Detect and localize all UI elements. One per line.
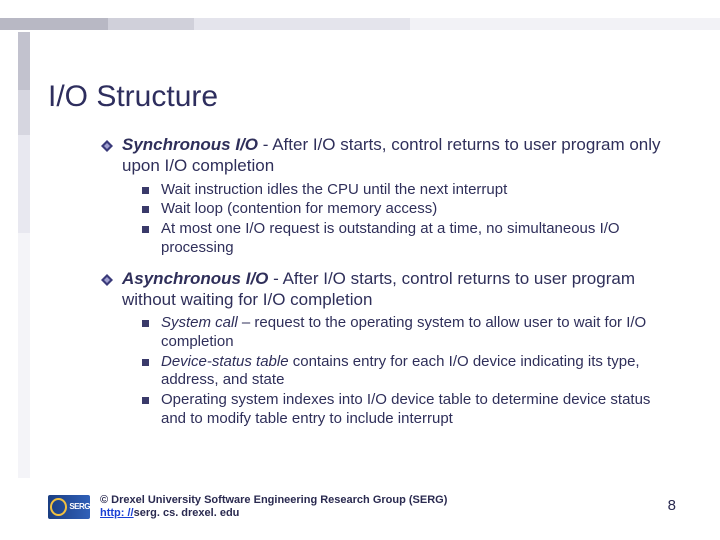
serg-logo: SERG <box>48 495 90 519</box>
footer-link-rest: serg. cs. drexel. edu <box>134 507 240 519</box>
square-bullet-icon <box>142 320 149 327</box>
subbullet-text: Device-status table contains entry for e… <box>161 353 672 391</box>
bullet-level1: Synchronous I/O - After I/O starts, cont… <box>100 134 672 177</box>
square-bullet-icon <box>142 187 149 194</box>
subbullet-text: At most one I/O request is outstanding a… <box>161 220 672 258</box>
slide-content: Synchronous I/O - After I/O starts, cont… <box>100 134 672 429</box>
footer: SERG © Drexel University Software Engine… <box>48 494 672 520</box>
slide: I/O Structure Synchronous I/O - After I/… <box>0 0 720 540</box>
bullet-level2: Operating system indexes into I/O device… <box>142 391 672 429</box>
bullet-lead: Synchronous I/O <box>122 135 258 154</box>
square-bullet-icon <box>142 206 149 213</box>
subbullet-text: Wait instruction idles the CPU until the… <box>161 181 672 200</box>
logo-circle-icon <box>50 498 67 516</box>
bullet-level1: Asynchronous I/O - After I/O starts, con… <box>100 268 672 311</box>
side-decorative-stripe <box>18 32 30 478</box>
subbullet-text: Operating system indexes into I/O device… <box>161 391 672 429</box>
bullet-level2: System call – request to the operating s… <box>142 314 672 352</box>
subbullet-lead: Device-status table <box>161 353 289 370</box>
subbullet-lead: System call <box>161 314 238 331</box>
bullet-lead: Asynchronous I/O <box>122 269 268 288</box>
top-decorative-stripe <box>0 18 720 30</box>
sublist: Wait instruction idles the CPU until the… <box>142 181 672 258</box>
subbullet-text: System call – request to the operating s… <box>161 314 672 352</box>
bullet-level2: Wait instruction idles the CPU until the… <box>142 181 672 200</box>
square-bullet-icon <box>142 359 149 366</box>
bullet-level2: Device-status table contains entry for e… <box>142 353 672 391</box>
square-bullet-icon <box>142 226 149 233</box>
page-number: 8 <box>668 497 676 514</box>
sublist: System call – request to the operating s… <box>142 314 672 429</box>
diamond-bullet-icon <box>100 273 114 287</box>
diamond-bullet-icon <box>100 139 114 153</box>
logo-text: SERG <box>69 502 90 511</box>
footer-text: © Drexel University Software Engineering… <box>100 494 672 520</box>
square-bullet-icon <box>142 397 149 404</box>
slide-title: I/O Structure <box>48 80 672 114</box>
bullet-level2: Wait loop (contention for memory access) <box>142 200 672 219</box>
subbullet-text: Wait loop (contention for memory access) <box>161 200 672 219</box>
bullet-text: Synchronous I/O - After I/O starts, cont… <box>122 134 672 177</box>
bullet-text: Asynchronous I/O - After I/O starts, con… <box>122 268 672 311</box>
footer-link-prefix[interactable]: http: // <box>100 507 134 519</box>
bullet-level2: At most one I/O request is outstanding a… <box>142 220 672 258</box>
copyright-text: © Drexel University Software Engineering… <box>100 494 447 506</box>
